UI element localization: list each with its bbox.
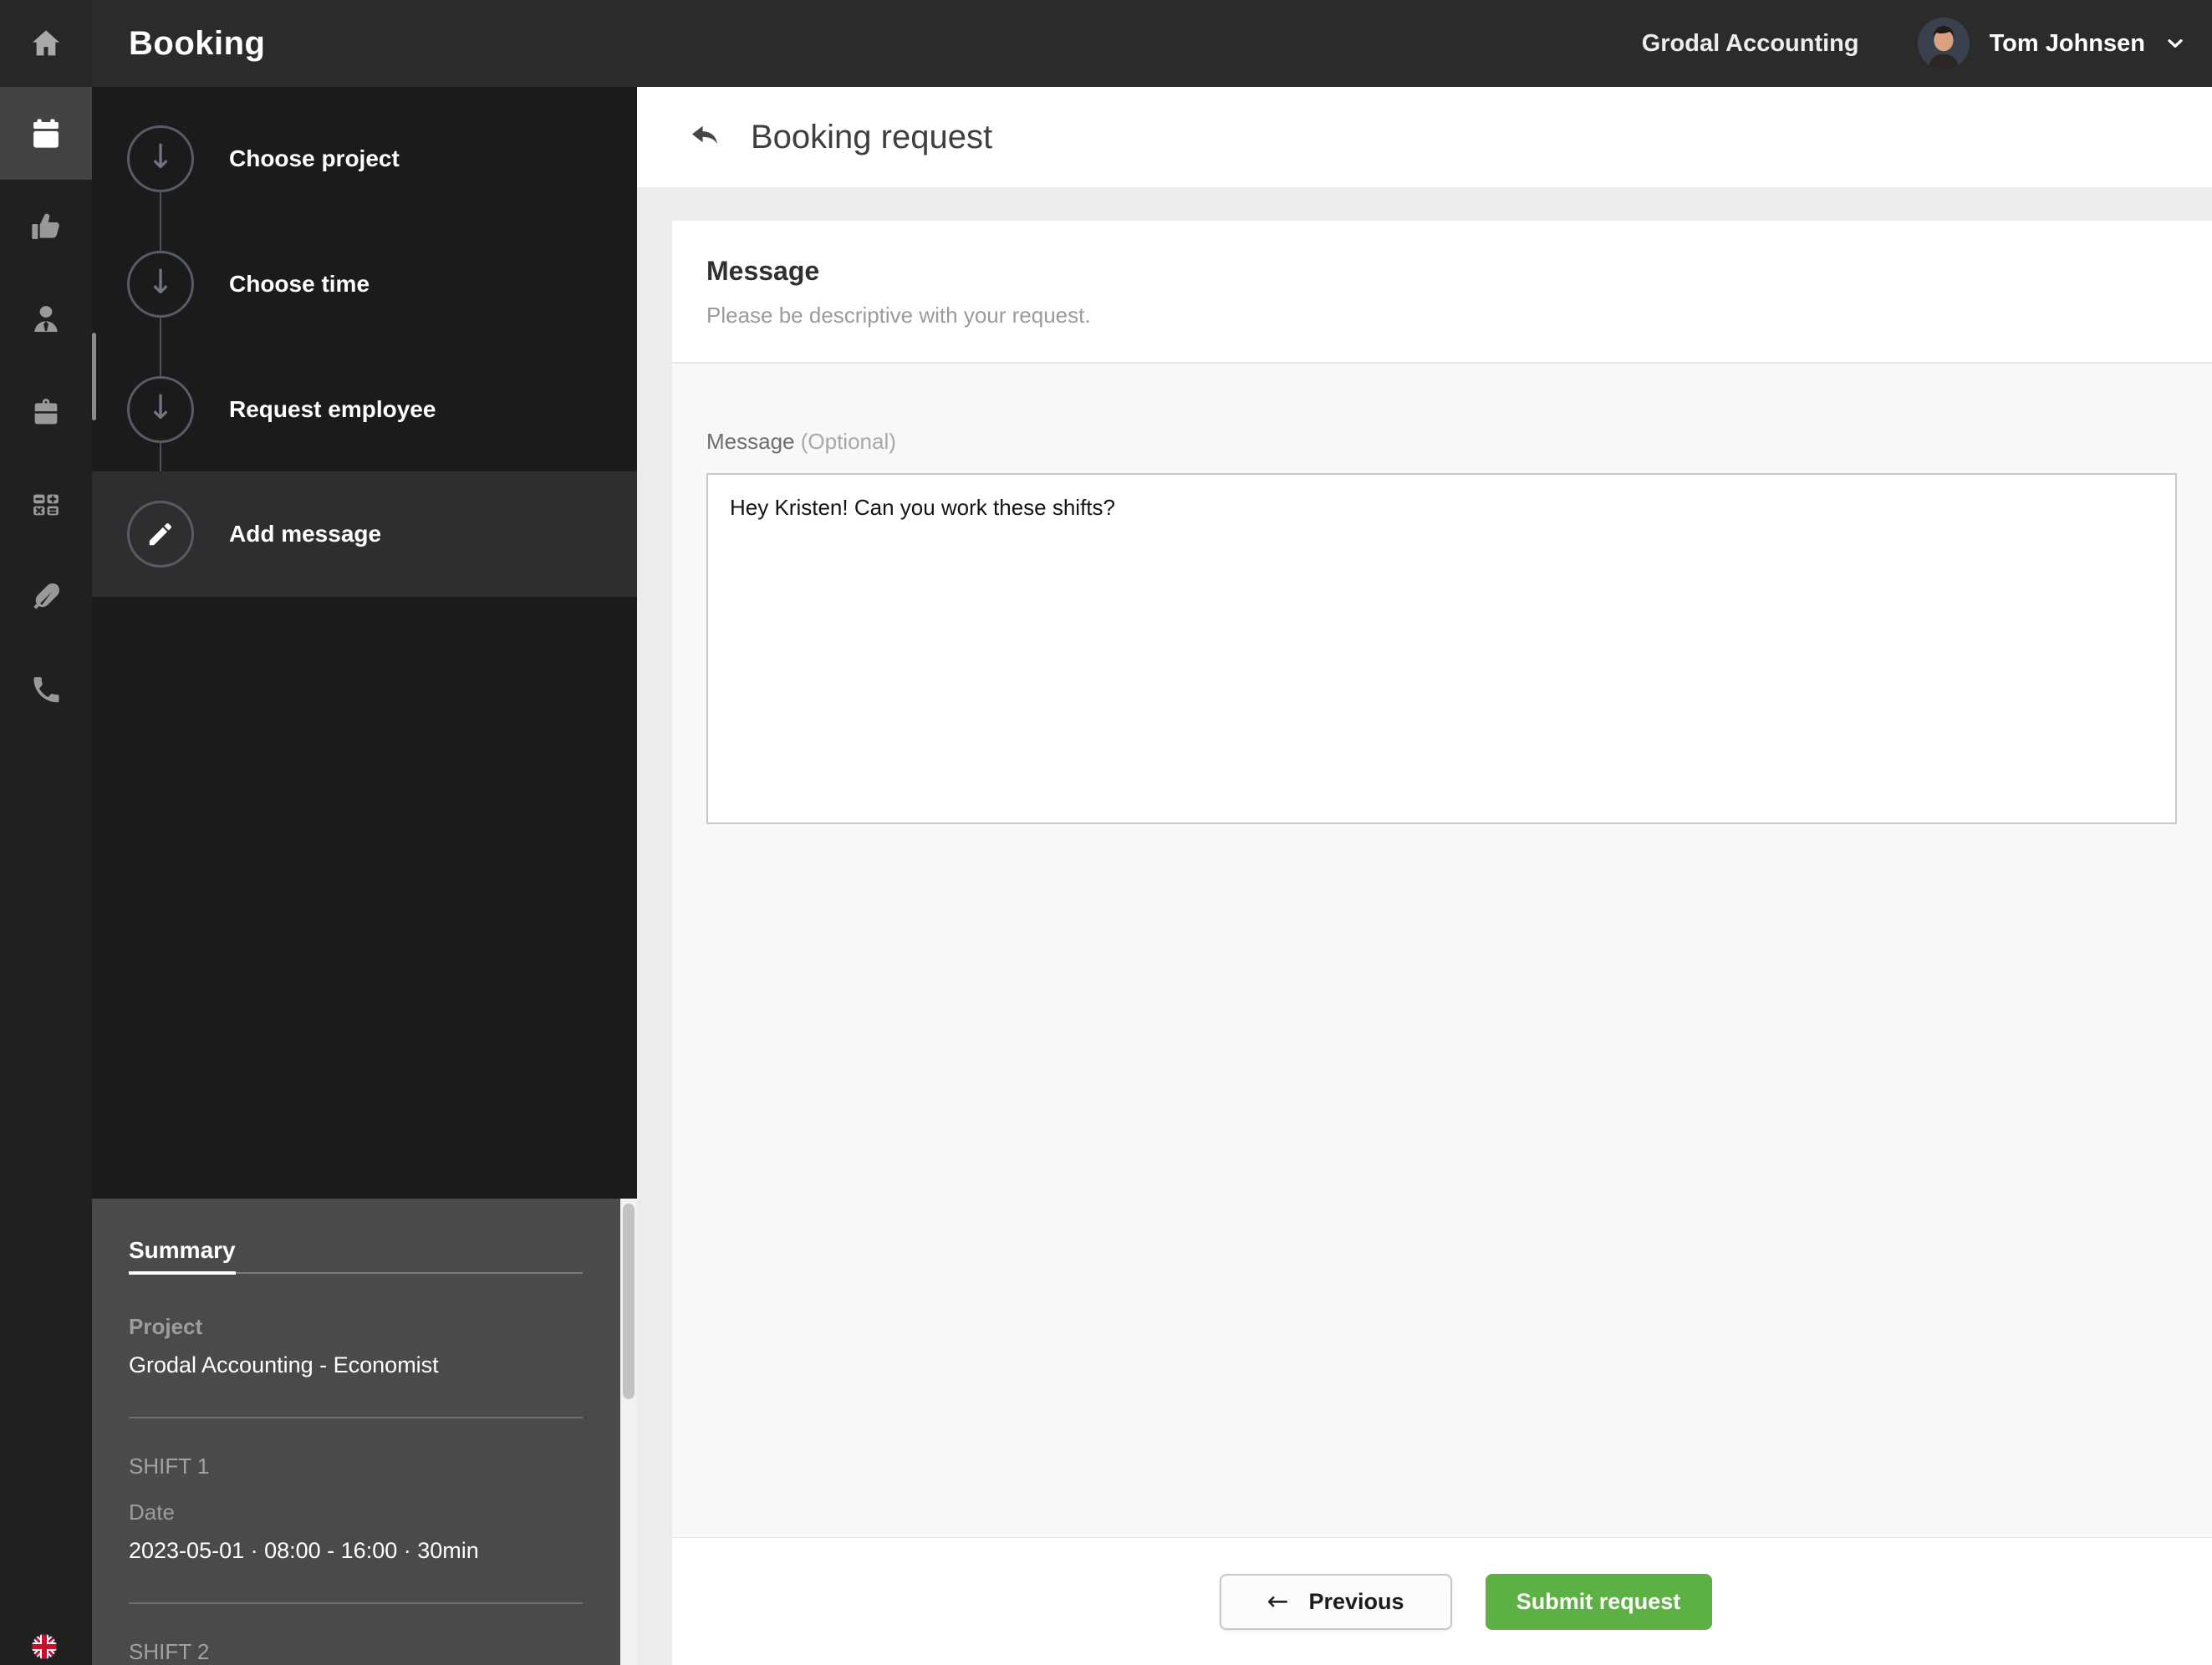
arrow-down-icon: ↓	[146, 140, 175, 174]
summary-divider	[129, 1602, 583, 1604]
calculator-icon	[30, 489, 62, 521]
step-label: Choose project	[229, 145, 400, 172]
card-body: Message (Optional) Hey Kristen! Can you …	[672, 364, 2212, 828]
shift-1-date-value: 2023-05-01 · 08:00 - 16:00 · 30min	[129, 1538, 583, 1564]
summary-scrollbar-track[interactable]	[620, 1199, 637, 1665]
page-header: Booking request	[637, 87, 2212, 187]
app-title: Booking	[129, 25, 265, 63]
rail-item-booking[interactable]	[0, 87, 92, 180]
rail-item-employees[interactable]	[0, 272, 92, 365]
home-nav-tile[interactable]	[0, 0, 92, 87]
project-value: Grodal Accounting - Economist	[129, 1352, 583, 1378]
card-footer: ← Previous Submit request	[672, 1537, 2212, 1665]
summary-heading: Summary	[129, 1237, 236, 1275]
top-bar: Booking Grodal Accounting Tom Johnsen	[0, 0, 2212, 87]
step-circle: ↓	[127, 376, 194, 443]
thumbs-up-icon	[29, 210, 63, 243]
summary-panel: Summary Project Grodal Accounting - Econ…	[92, 1199, 620, 1665]
message-textarea[interactable]: Hey Kristen! Can you work these shifts?	[706, 473, 2177, 824]
rail-item-phone[interactable]	[0, 644, 92, 736]
main-content: Booking request Message Please be descri…	[637, 87, 2212, 1665]
left-arrow-icon: ←	[1267, 1586, 1288, 1617]
organization-name: Grodal Accounting	[1642, 30, 1859, 58]
message-card: Message Please be descriptive with your …	[672, 221, 2212, 1665]
submit-button-label: Submit request	[1516, 1589, 1681, 1615]
shift-2-title: SHIFT 2	[129, 1639, 583, 1665]
previous-button[interactable]: ← Previous	[1220, 1574, 1452, 1630]
rail-item-payroll[interactable]	[0, 551, 92, 644]
step-circle	[127, 501, 194, 568]
icon-rail	[0, 87, 92, 1665]
step-request-employee[interactable]: ↓ Request employee	[92, 347, 637, 472]
calendar-icon	[28, 116, 64, 151]
step-circle: ↓	[127, 125, 194, 192]
message-field-label: Message (Optional)	[706, 429, 2212, 455]
arrow-down-icon: ↓	[146, 266, 175, 299]
shift-1-title: SHIFT 1	[129, 1454, 583, 1479]
shift-1-date-label: Date	[129, 1500, 583, 1525]
chevron-down-icon[interactable]	[2164, 32, 2187, 55]
step-choose-time[interactable]: ↓ Choose time	[92, 221, 637, 347]
field-label-text: Message	[706, 429, 795, 454]
field-optional-text: (Optional)	[801, 429, 896, 454]
home-icon	[29, 27, 63, 60]
card-header: Message Please be descriptive with your …	[672, 221, 2212, 364]
submit-request-button[interactable]: Submit request	[1486, 1574, 1712, 1630]
rail-item-calculator[interactable]	[0, 458, 92, 551]
rail-item-approvals[interactable]	[0, 180, 92, 272]
user-avatar[interactable]	[1918, 18, 1970, 69]
step-label: Choose time	[229, 271, 370, 298]
user-name[interactable]: Tom Johnsen	[1990, 30, 2145, 58]
step-circle: ↓	[127, 251, 194, 318]
card-title: Message	[706, 256, 2212, 287]
phone-icon	[30, 675, 62, 706]
uk-flag-icon[interactable]	[31, 1633, 58, 1660]
project-label: Project	[129, 1314, 583, 1340]
summary-divider	[129, 1417, 583, 1418]
reply-arrow-icon	[687, 120, 722, 155]
briefcase-icon	[29, 395, 63, 429]
back-button[interactable]	[687, 120, 722, 155]
step-label: Request employee	[229, 396, 436, 423]
user-tie-icon	[29, 303, 63, 336]
feather-icon	[29, 581, 63, 614]
sidebar-scrollbar-thumb[interactable]	[92, 333, 96, 420]
step-choose-project[interactable]: ↓ Choose project	[92, 96, 637, 221]
stepper-sidebar: ↓ Choose project ↓ Choose time ↓ Request…	[92, 87, 637, 1665]
arrow-down-icon: ↓	[146, 391, 175, 425]
page-title: Booking request	[751, 119, 992, 156]
step-label: Add message	[229, 521, 381, 547]
pencil-icon	[145, 519, 176, 549]
summary-heading-row: Summary	[129, 1237, 583, 1274]
summary-scrollbar-thumb[interactable]	[623, 1204, 635, 1399]
rail-item-projects[interactable]	[0, 365, 92, 458]
card-subtitle: Please be descriptive with your request.	[706, 303, 2212, 328]
step-add-message[interactable]: Add message	[92, 471, 637, 597]
previous-button-label: Previous	[1308, 1589, 1404, 1615]
